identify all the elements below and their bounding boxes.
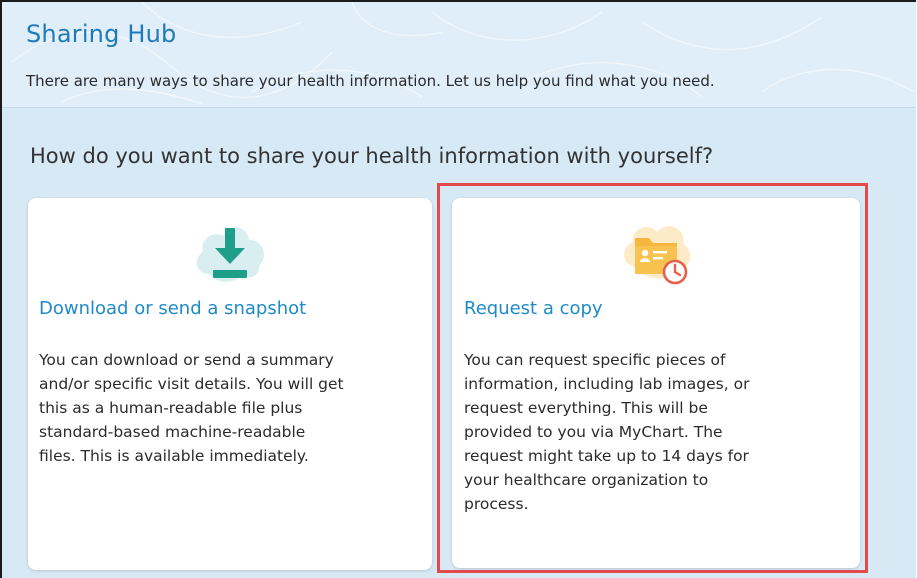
description-line: process. — [464, 495, 529, 513]
folder-clock-icon — [624, 226, 691, 285]
download-snapshot-title[interactable]: Download or send a snapshot — [39, 298, 306, 319]
page-title: Sharing Hub — [26, 20, 177, 48]
description-line: provided to you via MyChart. The — [464, 423, 723, 441]
description-line: You can download or send a summary — [39, 351, 334, 369]
description-line: this as a human-readable file plus — [39, 399, 303, 417]
download-icon — [196, 227, 264, 282]
share-question-heading: How do you want to share your health inf… — [30, 144, 714, 168]
description-line: You can request specific pieces of — [464, 351, 726, 369]
description-line: information, including lab images, or — [464, 375, 750, 393]
description-line: and/or specific visit details. You will … — [39, 375, 344, 393]
download-snapshot-description: You can download or send a summary and/o… — [39, 348, 431, 468]
request-copy-card[interactable]: Request a copy You can request specific … — [452, 198, 860, 568]
description-line: request might take up to 14 days for — [464, 447, 749, 465]
page-subtitle: There are many ways to share your health… — [26, 72, 715, 90]
description-line: files. This is available immediately. — [39, 447, 309, 465]
description-line: standard-based machine-readable — [39, 423, 306, 441]
download-snapshot-card[interactable]: Download or send a snapshot You can down… — [28, 198, 432, 570]
request-copy-description: You can request specific pieces of infor… — [464, 348, 844, 516]
header-background-pattern — [11, 2, 915, 105]
sharing-hub-page: Sharing Hub There are many ways to share… — [0, 0, 916, 578]
description-line: your healthcare organization to — [464, 471, 709, 489]
description-line: request everything. This will be — [464, 399, 708, 417]
request-copy-title[interactable]: Request a copy — [464, 298, 603, 319]
page-header: Sharing Hub There are many ways to share… — [2, 2, 916, 108]
